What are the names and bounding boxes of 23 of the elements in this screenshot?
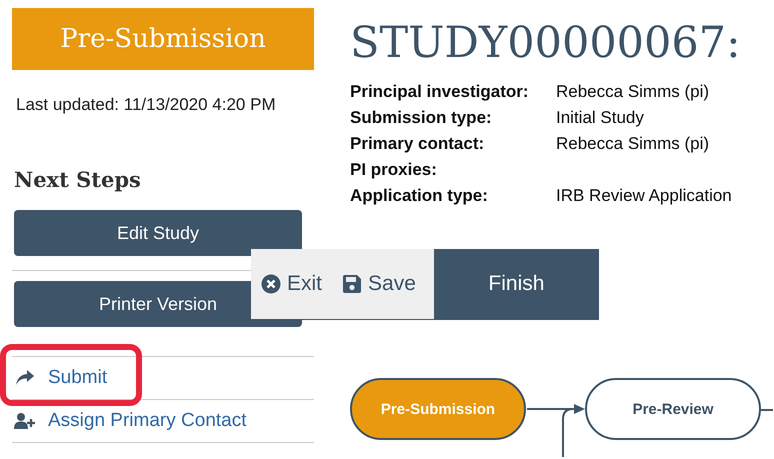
- step-link[interactable]: Assign Primary Contact: [48, 410, 247, 432]
- detail-label: PI proxies:: [350, 160, 438, 180]
- status-banner: Pre-Submission: [12, 8, 314, 70]
- step-link[interactable]: Submit: [48, 367, 108, 389]
- share-arrow-icon: [14, 369, 36, 387]
- workflow-node: Pre-Submission: [350, 378, 526, 440]
- connector-arrow: [527, 403, 585, 457]
- detail-value: Initial Study: [556, 108, 645, 128]
- detail-label: Principal investigator:: [350, 82, 530, 102]
- next-steps-heading: Next Steps: [14, 167, 142, 192]
- detail-label: Submission type:: [350, 108, 493, 128]
- study-title: STUDY00000067:: [350, 18, 742, 68]
- last-updated-text: Last updated: 11/13/2020 4:20 PM: [16, 95, 277, 115]
- detail-value: Rebecca Simms (pi): [556, 82, 710, 102]
- detail-label: Primary contact:: [350, 134, 486, 154]
- step-button[interactable]: Edit Study: [14, 210, 302, 256]
- add-user-icon: [14, 412, 36, 430]
- close-icon: [261, 274, 281, 294]
- workflow-node: Pre-Review: [585, 378, 761, 440]
- detail-value: IRB Review Application: [556, 186, 733, 206]
- detail-label: Application type:: [350, 186, 489, 206]
- detail-value: Rebecca Simms (pi): [556, 134, 710, 154]
- toolbar-button[interactable]: Finish: [434, 249, 599, 319]
